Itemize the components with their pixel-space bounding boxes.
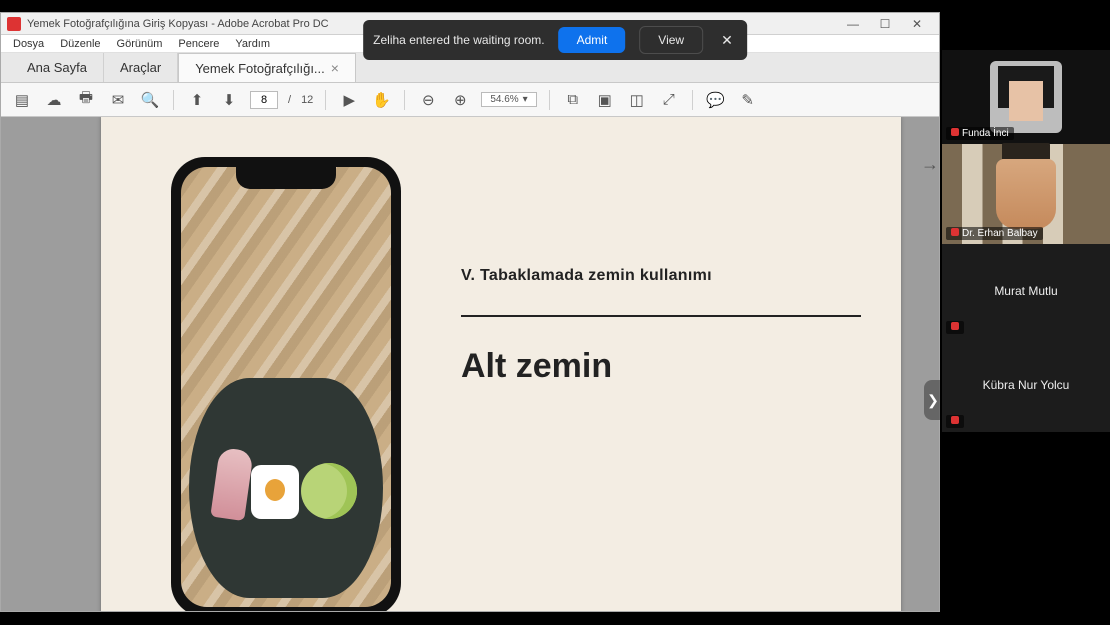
zoom-waiting-room-notification: Zeliha entered the waiting room. Admit V… [363, 20, 747, 60]
page-total: 12 [301, 94, 313, 106]
page-subtitle: V. Tabaklamada zemin kullanımı [461, 267, 861, 285]
tab-document[interactable]: Yemek Fotoğrafçılığı... × [178, 53, 356, 82]
phone-notch [236, 167, 336, 189]
chevron-down-icon: ▾ [523, 94, 528, 105]
menu-window[interactable]: Pencere [172, 38, 225, 50]
muted-icon [951, 416, 959, 427]
sign-icon[interactable]: ✎ [737, 89, 759, 111]
page-sep: / [288, 94, 291, 106]
next-page-arrow-icon[interactable]: → [919, 153, 939, 175]
zoom-select[interactable]: 54.6% ▾ [481, 92, 536, 107]
page-number-input[interactable] [250, 91, 278, 109]
window-title: Yemek Fotoğrafçılığına Giriş Kopyası - A… [27, 18, 329, 30]
divider [461, 315, 861, 317]
search-icon[interactable]: 🔍 [139, 89, 161, 111]
select-tool-icon[interactable]: ▶ [338, 89, 360, 111]
muted-icon [951, 322, 959, 333]
participant-name-tag [946, 321, 964, 334]
zoom-out-icon[interactable]: ⊖ [417, 89, 439, 111]
zoom-participants-panel: Funda İnci Dr. Erhan Balbay Murat Mutlu … [942, 50, 1110, 432]
menu-file[interactable]: Dosya [7, 38, 50, 50]
tab-document-label: Yemek Fotoğrafçılığı... [195, 61, 325, 76]
page-up-icon[interactable]: ⬆ [186, 89, 208, 111]
notification-close-icon[interactable]: ✕ [717, 32, 737, 49]
view-button[interactable]: View [639, 26, 703, 54]
window-minimize[interactable]: — [837, 15, 869, 33]
menu-help[interactable]: Yardım [229, 38, 276, 50]
fit-width-icon[interactable]: ▣ [594, 89, 616, 111]
print-icon[interactable]: 🖶 [75, 89, 97, 111]
participant-tile[interactable]: Kübra Nur Yolcu [942, 338, 1110, 432]
acrobat-icon [7, 17, 21, 31]
participant-name: Kübra Nur Yolcu [983, 378, 1070, 392]
participant-name-tag: Dr. Erhan Balbay [946, 227, 1043, 240]
toolbar: ▤ ☁ 🖶 ✉ 🔍 ⬆ ⬇ / 12 ▶ ✋ ⊖ ⊕ 54.6% ▾ ⧉ ▣ ◫… [1, 83, 939, 117]
participant-tile[interactable]: Funda İnci [942, 50, 1110, 144]
participant-name-tag [946, 415, 964, 428]
muted-icon [951, 228, 959, 239]
notification-message: Zeliha entered the waiting room. [373, 33, 544, 47]
acrobat-window: Yemek Fotoğrafçılığına Giriş Kopyası - A… [0, 12, 940, 612]
page-title: Alt zemin [461, 347, 861, 386]
save-icon[interactable]: ☁ [43, 89, 65, 111]
muted-icon [951, 128, 959, 139]
document-viewport[interactable]: V. Tabaklamada zemin kullanımı Alt zemin… [1, 117, 939, 611]
participant-tile[interactable]: Dr. Erhan Balbay [942, 144, 1110, 244]
admit-button[interactable]: Admit [559, 27, 626, 53]
participant-name: Murat Mutlu [994, 284, 1057, 298]
zoom-value: 54.6% [490, 94, 518, 105]
pdf-page: V. Tabaklamada zemin kullanımı Alt zemin [101, 117, 901, 611]
menu-view[interactable]: Görünüm [111, 38, 169, 50]
mail-icon[interactable]: ✉ [107, 89, 129, 111]
phone-screen [181, 167, 391, 607]
food-items [215, 449, 357, 519]
fit-page-icon[interactable]: ◫ [626, 89, 648, 111]
participant-name: Dr. Erhan Balbay [962, 228, 1038, 239]
phone-mockup [171, 157, 401, 611]
avatar [990, 61, 1062, 133]
panel-collapse-icon[interactable]: ❯ [924, 380, 942, 420]
participant-name-tag: Funda İnci [946, 127, 1014, 140]
window-maximize[interactable]: ☐ [869, 15, 901, 33]
sidebar-toggle-icon[interactable]: ▤ [11, 89, 33, 111]
zoom-in-icon[interactable]: ⊕ [449, 89, 471, 111]
tab-document-close[interactable]: × [331, 60, 339, 76]
read-mode-icon[interactable]: ⤢ [658, 89, 680, 111]
hand-tool-icon[interactable]: ✋ [370, 89, 392, 111]
page-down-icon[interactable]: ⬇ [218, 89, 240, 111]
page-text-block: V. Tabaklamada zemin kullanımı Alt zemin [461, 147, 861, 611]
window-close[interactable]: ✕ [901, 15, 933, 33]
crop-icon[interactable]: ⧉ [562, 89, 584, 111]
participant-name: Funda İnci [962, 128, 1009, 139]
participant-tile[interactable]: Murat Mutlu [942, 244, 1110, 338]
tab-tools[interactable]: Araçlar [104, 53, 178, 82]
comment-icon[interactable]: 💬 [705, 89, 727, 111]
tab-home[interactable]: Ana Sayfa [11, 53, 104, 82]
menu-edit[interactable]: Düzenle [54, 38, 106, 50]
